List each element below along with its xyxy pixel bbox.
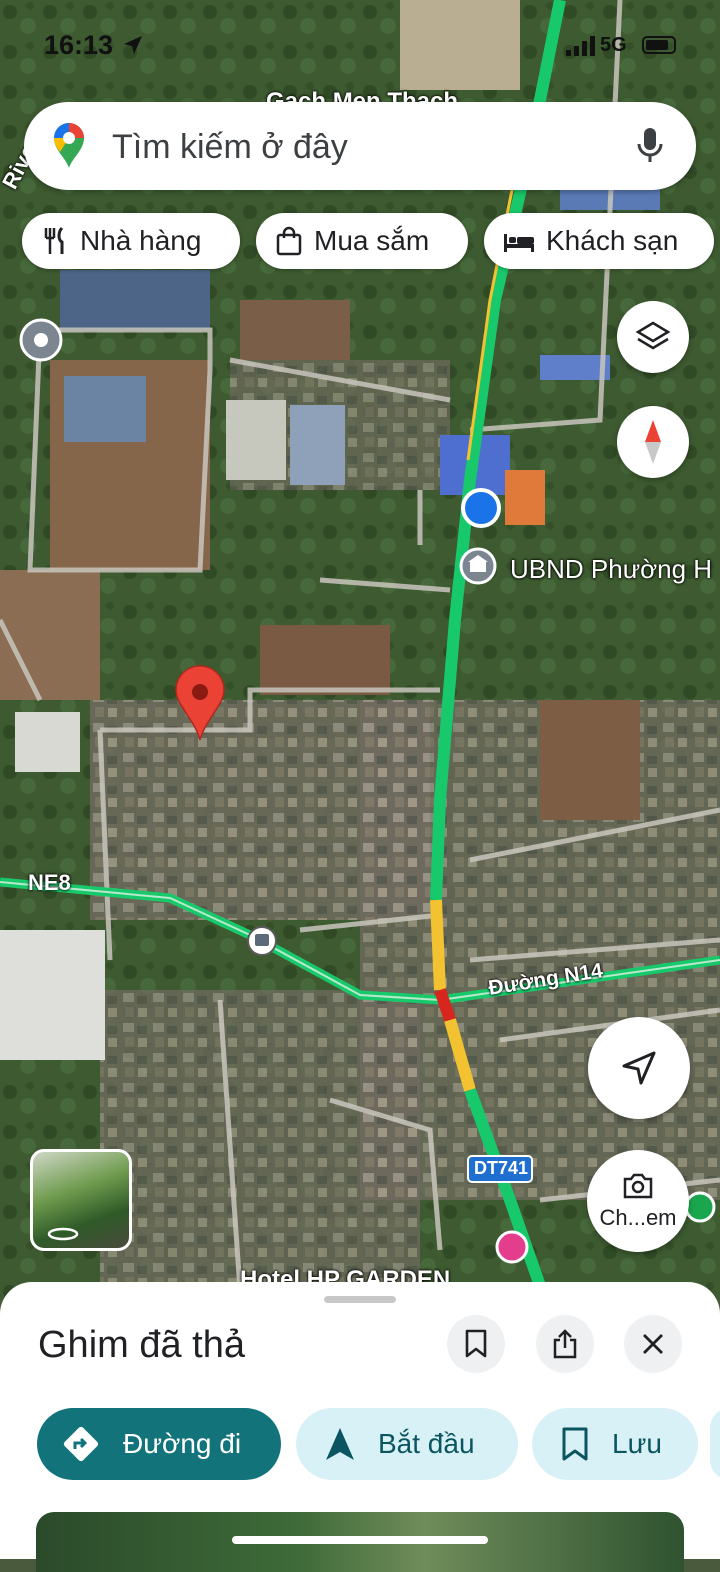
chip-hotels[interactable]: Khách sạn [484, 213, 714, 269]
start-label: Bắt đầu [378, 1428, 475, 1459]
more-actions-partial[interactable] [710, 1408, 720, 1480]
share-button[interactable] [536, 1315, 594, 1373]
place-sheet[interactable]: Ghim đã thả Đường đi Bắt đầu Lưu [0, 1282, 720, 1572]
status-time: 16:13 [44, 30, 114, 60]
compass-icon [645, 420, 661, 464]
cellular-signal-icon [566, 36, 595, 56]
street-view-button[interactable]: Ch...em [587, 1150, 689, 1252]
directions-button[interactable]: Đường đi [37, 1408, 281, 1480]
navigation-arrow-icon [326, 1428, 354, 1460]
share-icon [553, 1329, 577, 1359]
sheet-drag-handle[interactable] [324, 1296, 396, 1303]
street-view-label: Ch...em [599, 1205, 677, 1230]
save-label: Lưu [612, 1428, 662, 1459]
close-icon [643, 1334, 663, 1354]
status-bar: 16:13 5G [0, 0, 720, 90]
route-shield-dt741: DT741 [474, 1158, 529, 1178]
save-icon-button[interactable] [447, 1315, 505, 1373]
fork-knife-icon [44, 226, 64, 254]
layers-button[interactable] [617, 301, 689, 373]
shopping-bag-icon [276, 226, 302, 256]
google-maps-logo-icon [54, 123, 84, 168]
bookmark-icon [562, 1427, 588, 1461]
my-location-dot [461, 488, 501, 528]
start-button[interactable]: Bắt đầu [296, 1408, 518, 1480]
my-location-button[interactable] [588, 1017, 690, 1119]
camera-icon [623, 1173, 653, 1199]
network-type: 5G [600, 34, 627, 56]
location-arrow-icon [124, 36, 142, 54]
bed-icon [504, 234, 534, 252]
chip-restaurants[interactable]: Nhà hàng [22, 213, 240, 269]
bookmark-icon [465, 1329, 487, 1358]
chip-shopping[interactable]: Mua sắm [256, 213, 468, 269]
microphone-icon[interactable] [636, 126, 664, 166]
layers-icon [635, 321, 671, 350]
navigation-arrow-icon [622, 1051, 656, 1085]
chip-label: Nhà hàng [80, 225, 202, 256]
street-view-thumbnail[interactable] [30, 1149, 132, 1251]
search-bar[interactable]: Tìm kiếm ở đây [24, 102, 696, 190]
rotate-360-icon [47, 1227, 79, 1241]
search-input[interactable]: Tìm kiếm ở đây [112, 128, 348, 167]
compass-button[interactable] [617, 406, 689, 478]
chip-label: Khách sạn [546, 225, 679, 256]
map-label-poi[interactable]: UBND Phường H [510, 554, 712, 585]
close-button[interactable] [624, 1315, 682, 1373]
map-label-ne8: NE8 [28, 870, 71, 895]
battery-icon [642, 36, 676, 54]
sheet-title: Ghim đã thả [38, 1324, 245, 1366]
chip-label: Mua sắm [314, 225, 430, 256]
save-button[interactable]: Lưu [532, 1408, 698, 1480]
directions-icon [63, 1426, 99, 1462]
directions-label: Đường đi [123, 1428, 242, 1459]
home-indicator[interactable] [232, 1536, 488, 1544]
